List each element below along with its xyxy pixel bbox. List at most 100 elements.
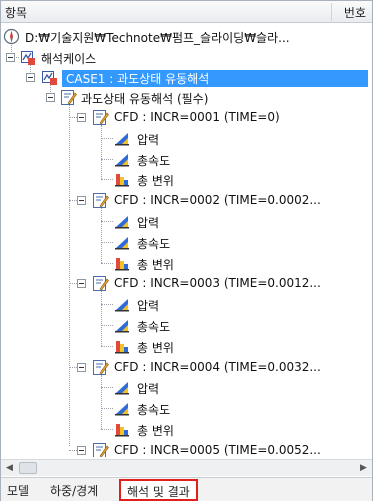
tree-node-result[interactable]: 총속도 xyxy=(1,233,372,252)
tree-node-result[interactable]: 총 변위 xyxy=(1,420,372,439)
tree-connector xyxy=(101,158,113,160)
collapse-toggle[interactable] xyxy=(46,93,55,102)
tree-node-case1[interactable]: CASE1 : 과도상태 유동해석 xyxy=(1,68,372,87)
tree-node-result[interactable]: 총속도 xyxy=(1,150,372,169)
displacement-icon xyxy=(115,174,129,187)
pressure-icon xyxy=(115,132,129,146)
time-step-icon xyxy=(93,110,109,125)
pressure-icon xyxy=(115,382,129,395)
tree-connector xyxy=(69,283,77,285)
pressure-icon xyxy=(115,299,129,312)
tree-node-result[interactable]: 압력 xyxy=(1,129,372,148)
tree-node-label: CFD : INCR=0001 (TIME=0) xyxy=(114,110,280,124)
tree-connector xyxy=(101,345,113,347)
tree-node-result[interactable]: 압력 xyxy=(1,212,372,231)
tree-connector xyxy=(69,117,77,118)
tree-node-time-step[interactable]: CFD : INCR=0001 (TIME=0) xyxy=(1,108,372,127)
tree-connector xyxy=(101,262,113,264)
tab-analysis-results[interactable]: 해석 및 결과 xyxy=(119,479,198,501)
tree-node-time-step[interactable]: CFD : INCR=0002 (TIME=0.0002... xyxy=(1,191,372,210)
tree-node-label: 압력 xyxy=(137,299,160,314)
tree-node-label: CASE1 : 과도상태 유동해석 xyxy=(62,70,368,87)
tree-node-result[interactable]: 총 변위 xyxy=(1,337,372,356)
time-step-icon xyxy=(93,276,109,292)
collapse-toggle[interactable] xyxy=(77,279,86,289)
tree-connector xyxy=(101,325,113,326)
tree-connector xyxy=(69,366,77,368)
tree-node-time-step[interactable]: CFD : INCR=0004 (TIME=0.0032... xyxy=(1,358,372,377)
case-icon xyxy=(42,71,57,85)
analysis-tree-panel: 항목 번호 D:₩기술지원₩Technote₩펌프_슬라이딩₩슬라... 해석케… xyxy=(0,0,373,501)
tab-model[interactable]: 모델 xyxy=(7,482,29,499)
result-tree: D:₩기술지원₩Technote₩펌프_슬라이딩₩슬라... 해석케이스 CAS… xyxy=(1,24,372,457)
analysis-settings-icon xyxy=(61,90,77,105)
tree-node-result[interactable]: 총속도 xyxy=(1,399,372,418)
tab-load-boundary[interactable]: 하중/경계 xyxy=(50,482,98,499)
displacement-icon xyxy=(115,257,129,271)
tree-connector xyxy=(101,408,113,410)
tree-connector xyxy=(69,449,77,451)
tree-connector xyxy=(101,137,113,139)
displacement-icon xyxy=(115,340,129,354)
tree-node-label: 압력 xyxy=(137,216,160,230)
scroll-right-arrow-icon[interactable]: ▶ xyxy=(355,460,372,476)
column-header-item[interactable]: 항목 xyxy=(5,4,27,21)
bottom-tab-bar: 모델 하중/경계 해석 및 결과 xyxy=(1,477,372,501)
collapse-toggle[interactable] xyxy=(26,73,35,82)
tree-node-label: 총 변위 xyxy=(137,340,174,355)
tree-node-result[interactable]: 총 변위 xyxy=(1,254,372,273)
velocity-icon xyxy=(115,153,129,167)
tree-node-label: 총 변위 xyxy=(137,424,174,438)
tree-node-analysis-cases[interactable]: 해석케이스 xyxy=(1,48,372,67)
tree-node-time-step[interactable]: CFD : INCR=0005 (TIME=0.0052... xyxy=(1,441,372,457)
scroll-left-arrow-icon[interactable]: ◀ xyxy=(1,460,18,476)
tree-node-label: CFD : INCR=0003 (TIME=0.0012... xyxy=(114,276,321,291)
pressure-icon xyxy=(115,216,129,229)
scrollbar-thumb[interactable] xyxy=(19,462,37,474)
tree-connector xyxy=(69,200,77,202)
tree-node-root-path[interactable]: D:₩기술지원₩Technote₩펌프_슬라이딩₩슬라... xyxy=(1,27,372,46)
analysis-case-icon xyxy=(21,51,35,65)
tree-node-label: 총속도 xyxy=(137,320,171,334)
tree-node-label: 총속도 xyxy=(137,153,171,168)
displacement-icon xyxy=(115,424,129,437)
velocity-icon xyxy=(115,320,129,333)
velocity-icon xyxy=(115,403,129,416)
velocity-icon xyxy=(115,236,129,250)
tree-node-label: 총속도 xyxy=(137,236,171,251)
tree-connector xyxy=(101,429,113,430)
tree-node-label: 해석케이스 xyxy=(41,52,97,66)
tree-connector xyxy=(101,387,113,389)
tree-node-transient-analysis[interactable]: 과도상태 유동해석 (필수) xyxy=(1,88,372,107)
tree-node-result[interactable]: 총 변위 xyxy=(1,170,372,189)
collapse-toggle[interactable] xyxy=(77,113,86,122)
tree-node-label: 총 변위 xyxy=(137,174,174,189)
tree-node-label: 압력 xyxy=(137,132,160,147)
tree-node-result[interactable]: 총속도 xyxy=(1,316,372,335)
tree-node-label: 총 변위 xyxy=(137,257,174,272)
tree-node-time-step[interactable]: CFD : INCR=0003 (TIME=0.0012... xyxy=(1,274,372,293)
tree-node-label: 총속도 xyxy=(137,403,171,418)
tree-node-result[interactable]: 압력 xyxy=(1,378,372,397)
horizontal-scrollbar[interactable]: ◀ ▶ xyxy=(1,459,372,476)
collapse-toggle[interactable] xyxy=(77,196,86,206)
tree-node-result[interactable]: 압력 xyxy=(1,295,372,314)
tree-node-label: CFD : INCR=0004 (TIME=0.0032... xyxy=(114,359,321,374)
time-step-icon xyxy=(93,359,109,375)
tree-node-label: 압력 xyxy=(137,382,160,397)
tree-header: 항목 번호 xyxy=(1,1,372,23)
column-header-number[interactable]: 번호 xyxy=(344,4,366,21)
tree-node-label: 과도상태 유동해석 (필수) xyxy=(81,92,209,106)
compass-icon xyxy=(3,28,20,45)
tree-connector xyxy=(101,221,113,222)
column-separator[interactable] xyxy=(331,3,332,21)
time-step-icon xyxy=(93,193,109,209)
tree-node-label: D:₩기술지원₩Technote₩펌프_슬라이딩₩슬라... xyxy=(25,31,290,45)
tree-connector xyxy=(101,304,113,306)
tree-node-label: CFD : INCR=0005 (TIME=0.0052... xyxy=(114,442,321,457)
collapse-toggle[interactable] xyxy=(6,53,15,62)
tree-connector xyxy=(101,241,113,243)
collapse-toggle[interactable] xyxy=(77,362,86,372)
collapse-toggle[interactable] xyxy=(77,445,86,455)
time-step-icon xyxy=(93,442,109,457)
